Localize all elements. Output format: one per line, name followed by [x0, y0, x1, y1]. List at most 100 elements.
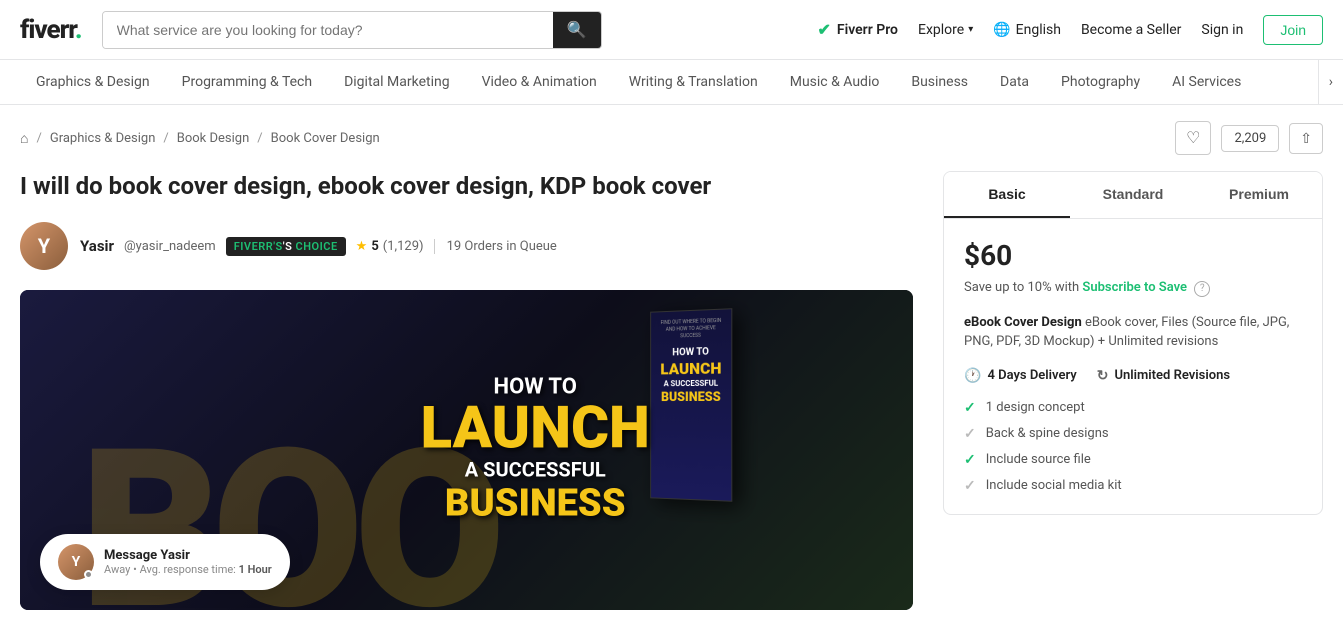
favorite-button[interactable]: ♡ — [1175, 121, 1211, 155]
feature-4: ✓ Include social media kit — [964, 478, 1302, 494]
star-icon: ★ — [356, 239, 368, 254]
content-left: I will do book cover design, ebook cover… — [20, 171, 913, 610]
book-3d-container: FIND OUT WHERE TO BEGIN AND HOW TO ACHIE… — [650, 308, 732, 502]
fiverrs-choice-badge: FIVERR'S'S CHOICE — [226, 237, 346, 256]
book-business: BUSINESS — [656, 389, 727, 407]
gig-image: BOO FIND OUT WHERE TO BEGIN AND HOW TO A… — [20, 290, 913, 610]
popup-status: Away • Avg. response time: 1 Hour — [104, 563, 272, 576]
feature-1: ✓ 1 design concept — [964, 400, 1302, 416]
refresh-icon: ↻ — [1097, 368, 1109, 384]
explore-label: Explore — [918, 22, 964, 38]
sign-in-link[interactable]: Sign in — [1201, 22, 1243, 38]
book-cover-3d: FIND OUT WHERE TO BEGIN AND HOW TO ACHIE… — [650, 308, 732, 502]
launch-text: LAUNCH — [421, 400, 650, 458]
gig-title: I will do book cover design, ebook cover… — [20, 171, 913, 202]
logo-text: fiverr — [20, 15, 75, 45]
choice-prefix: FIVERR'S — [234, 240, 283, 253]
nav-item-business[interactable]: Business — [895, 60, 984, 104]
feature-3-text: Include source file — [986, 452, 1091, 467]
nav-item-data[interactable]: Data — [984, 60, 1045, 104]
right-panel: Basic Standard Premium $60 Save up to 10… — [943, 171, 1323, 610]
seller-username: @yasir_nadeem — [124, 239, 216, 254]
delivery-days: 🕐 4 Days Delivery — [964, 368, 1077, 384]
tab-standard[interactable]: Standard — [1070, 172, 1196, 218]
nav-item-digital[interactable]: Digital Marketing — [328, 60, 465, 104]
fiverr-pro-link[interactable]: ✔ Fiverr Pro — [817, 20, 898, 39]
search-button[interactable]: 🔍 — [553, 12, 601, 48]
check-icon-1: ✓ — [964, 400, 976, 416]
subscribe-to-save-link[interactable]: Subscribe to Save — [1082, 280, 1187, 295]
feature-4-text: Include social media kit — [986, 478, 1122, 493]
save-text: Save up to 10% with Subscribe to Save ? — [964, 280, 1302, 297]
book-cover-text: FIND OUT WHERE TO BEGIN AND HOW TO ACHIE… — [651, 309, 731, 415]
save-label: Save up to 10% with — [964, 280, 1079, 295]
delivery-row: 🕐 4 Days Delivery ↻ Unlimited Revisions — [964, 368, 1302, 384]
share-count-value: 2,209 — [1234, 131, 1266, 146]
nav-item-video[interactable]: Video & Animation — [466, 60, 613, 104]
popup-avatar: Y — [58, 544, 94, 580]
rating: ★ 5 (1,129) — [356, 239, 424, 254]
nav-item-writing[interactable]: Writing & Translation — [613, 60, 774, 104]
gig-description: eBook Cover Design eBook cover, Files (S… — [964, 313, 1302, 352]
breadcrumb: ⌂ / Graphics & Design / Book Design / Bo… — [20, 130, 380, 147]
seller-avatar[interactable]: Y — [20, 222, 68, 270]
revisions-label: Unlimited Revisions — [1114, 368, 1230, 383]
breadcrumb-sep-2: / — [163, 131, 168, 146]
book-successful: A SUCCESSFUL — [656, 377, 727, 389]
check-icon-4: ✓ — [964, 478, 976, 494]
pro-badge-icon: ✔ — [817, 20, 830, 39]
join-button[interactable]: Join — [1263, 15, 1323, 45]
rating-count[interactable]: (1,129) — [383, 239, 424, 254]
language-label: English — [1016, 22, 1061, 38]
header-nav: ✔ Fiverr Pro Explore ▾ 🌐 English Become … — [817, 15, 1323, 45]
message-popup[interactable]: Y Message Yasir Away • Avg. response tim… — [40, 534, 290, 590]
popup-status-text: Away — [104, 563, 130, 576]
language-selector[interactable]: 🌐 English — [993, 22, 1061, 38]
tab-basic[interactable]: Basic — [944, 172, 1070, 218]
seller-info: Y Yasir @yasir_nadeem FIVERR'S'S CHOICE … — [20, 222, 913, 270]
nav-item-ai[interactable]: AI Services — [1156, 60, 1257, 104]
popup-response-label: Avg. response time: — [140, 563, 236, 576]
breadcrumb-graphics-design[interactable]: Graphics & Design — [50, 131, 156, 146]
nav-item-programming[interactable]: Programming & Tech — [166, 60, 328, 104]
become-seller-link[interactable]: Become a Seller — [1081, 22, 1181, 38]
search-input[interactable] — [103, 12, 553, 48]
share-button[interactable]: ⇧ — [1289, 123, 1323, 154]
choice-suffix: CHOICE — [296, 240, 338, 253]
share-count: 2,209 — [1221, 125, 1279, 152]
breadcrumb-book-cover-design[interactable]: Book Cover Design — [271, 131, 380, 146]
tab-premium[interactable]: Premium — [1196, 172, 1322, 218]
delivery-days-label: 4 Days Delivery — [987, 368, 1076, 383]
seller-details: Yasir @yasir_nadeem FIVERR'S'S CHOICE ★ … — [80, 237, 557, 256]
globe-icon: 🌐 — [993, 22, 1010, 38]
header: fiverr. 🔍 ✔ Fiverr Pro Explore ▾ 🌐 Engli… — [0, 0, 1343, 60]
category-nav: Graphics & Design Programming & Tech Dig… — [0, 60, 1343, 105]
breadcrumb-sep-3: / — [257, 131, 262, 146]
seller-name[interactable]: Yasir — [80, 237, 114, 255]
breadcrumb-actions: ♡ 2,209 ⇧ — [1175, 121, 1323, 155]
help-icon[interactable]: ? — [1194, 281, 1210, 297]
pricing-body: $60 Save up to 10% with Subscribe to Sav… — [944, 219, 1322, 514]
home-icon[interactable]: ⌂ — [20, 130, 28, 147]
feature-3: ✓ Include source file — [964, 452, 1302, 468]
nav-item-photography[interactable]: Photography — [1045, 60, 1156, 104]
orders-queue: 19 Orders in Queue — [434, 239, 557, 254]
check-icon-3: ✓ — [964, 452, 976, 468]
popup-text: Message Yasir Away • Avg. response time:… — [104, 548, 272, 576]
check-icon-2: ✓ — [964, 426, 976, 442]
features-list: ✓ 1 design concept ✓ Back & spine design… — [964, 400, 1302, 494]
breadcrumb-sep-1: / — [36, 131, 41, 146]
nav-item-graphics[interactable]: Graphics & Design — [20, 60, 166, 104]
feature-2: ✓ Back & spine designs — [964, 426, 1302, 442]
nav-item-music[interactable]: Music & Audio — [774, 60, 896, 104]
nav-scroll-right-icon[interactable]: › — [1318, 60, 1343, 104]
pricing-card: Basic Standard Premium $60 Save up to 10… — [943, 171, 1323, 515]
popup-response-time: 1 Hour — [239, 563, 272, 576]
clock-icon: 🕐 — [964, 368, 981, 384]
logo[interactable]: fiverr. — [20, 15, 82, 45]
explore-dropdown[interactable]: Explore ▾ — [918, 22, 973, 38]
chevron-down-icon: ▾ — [968, 24, 973, 35]
breadcrumb-book-design[interactable]: Book Design — [177, 131, 250, 146]
rating-score: 5 — [371, 239, 378, 254]
desc-bold: eBook Cover Design — [964, 315, 1082, 330]
